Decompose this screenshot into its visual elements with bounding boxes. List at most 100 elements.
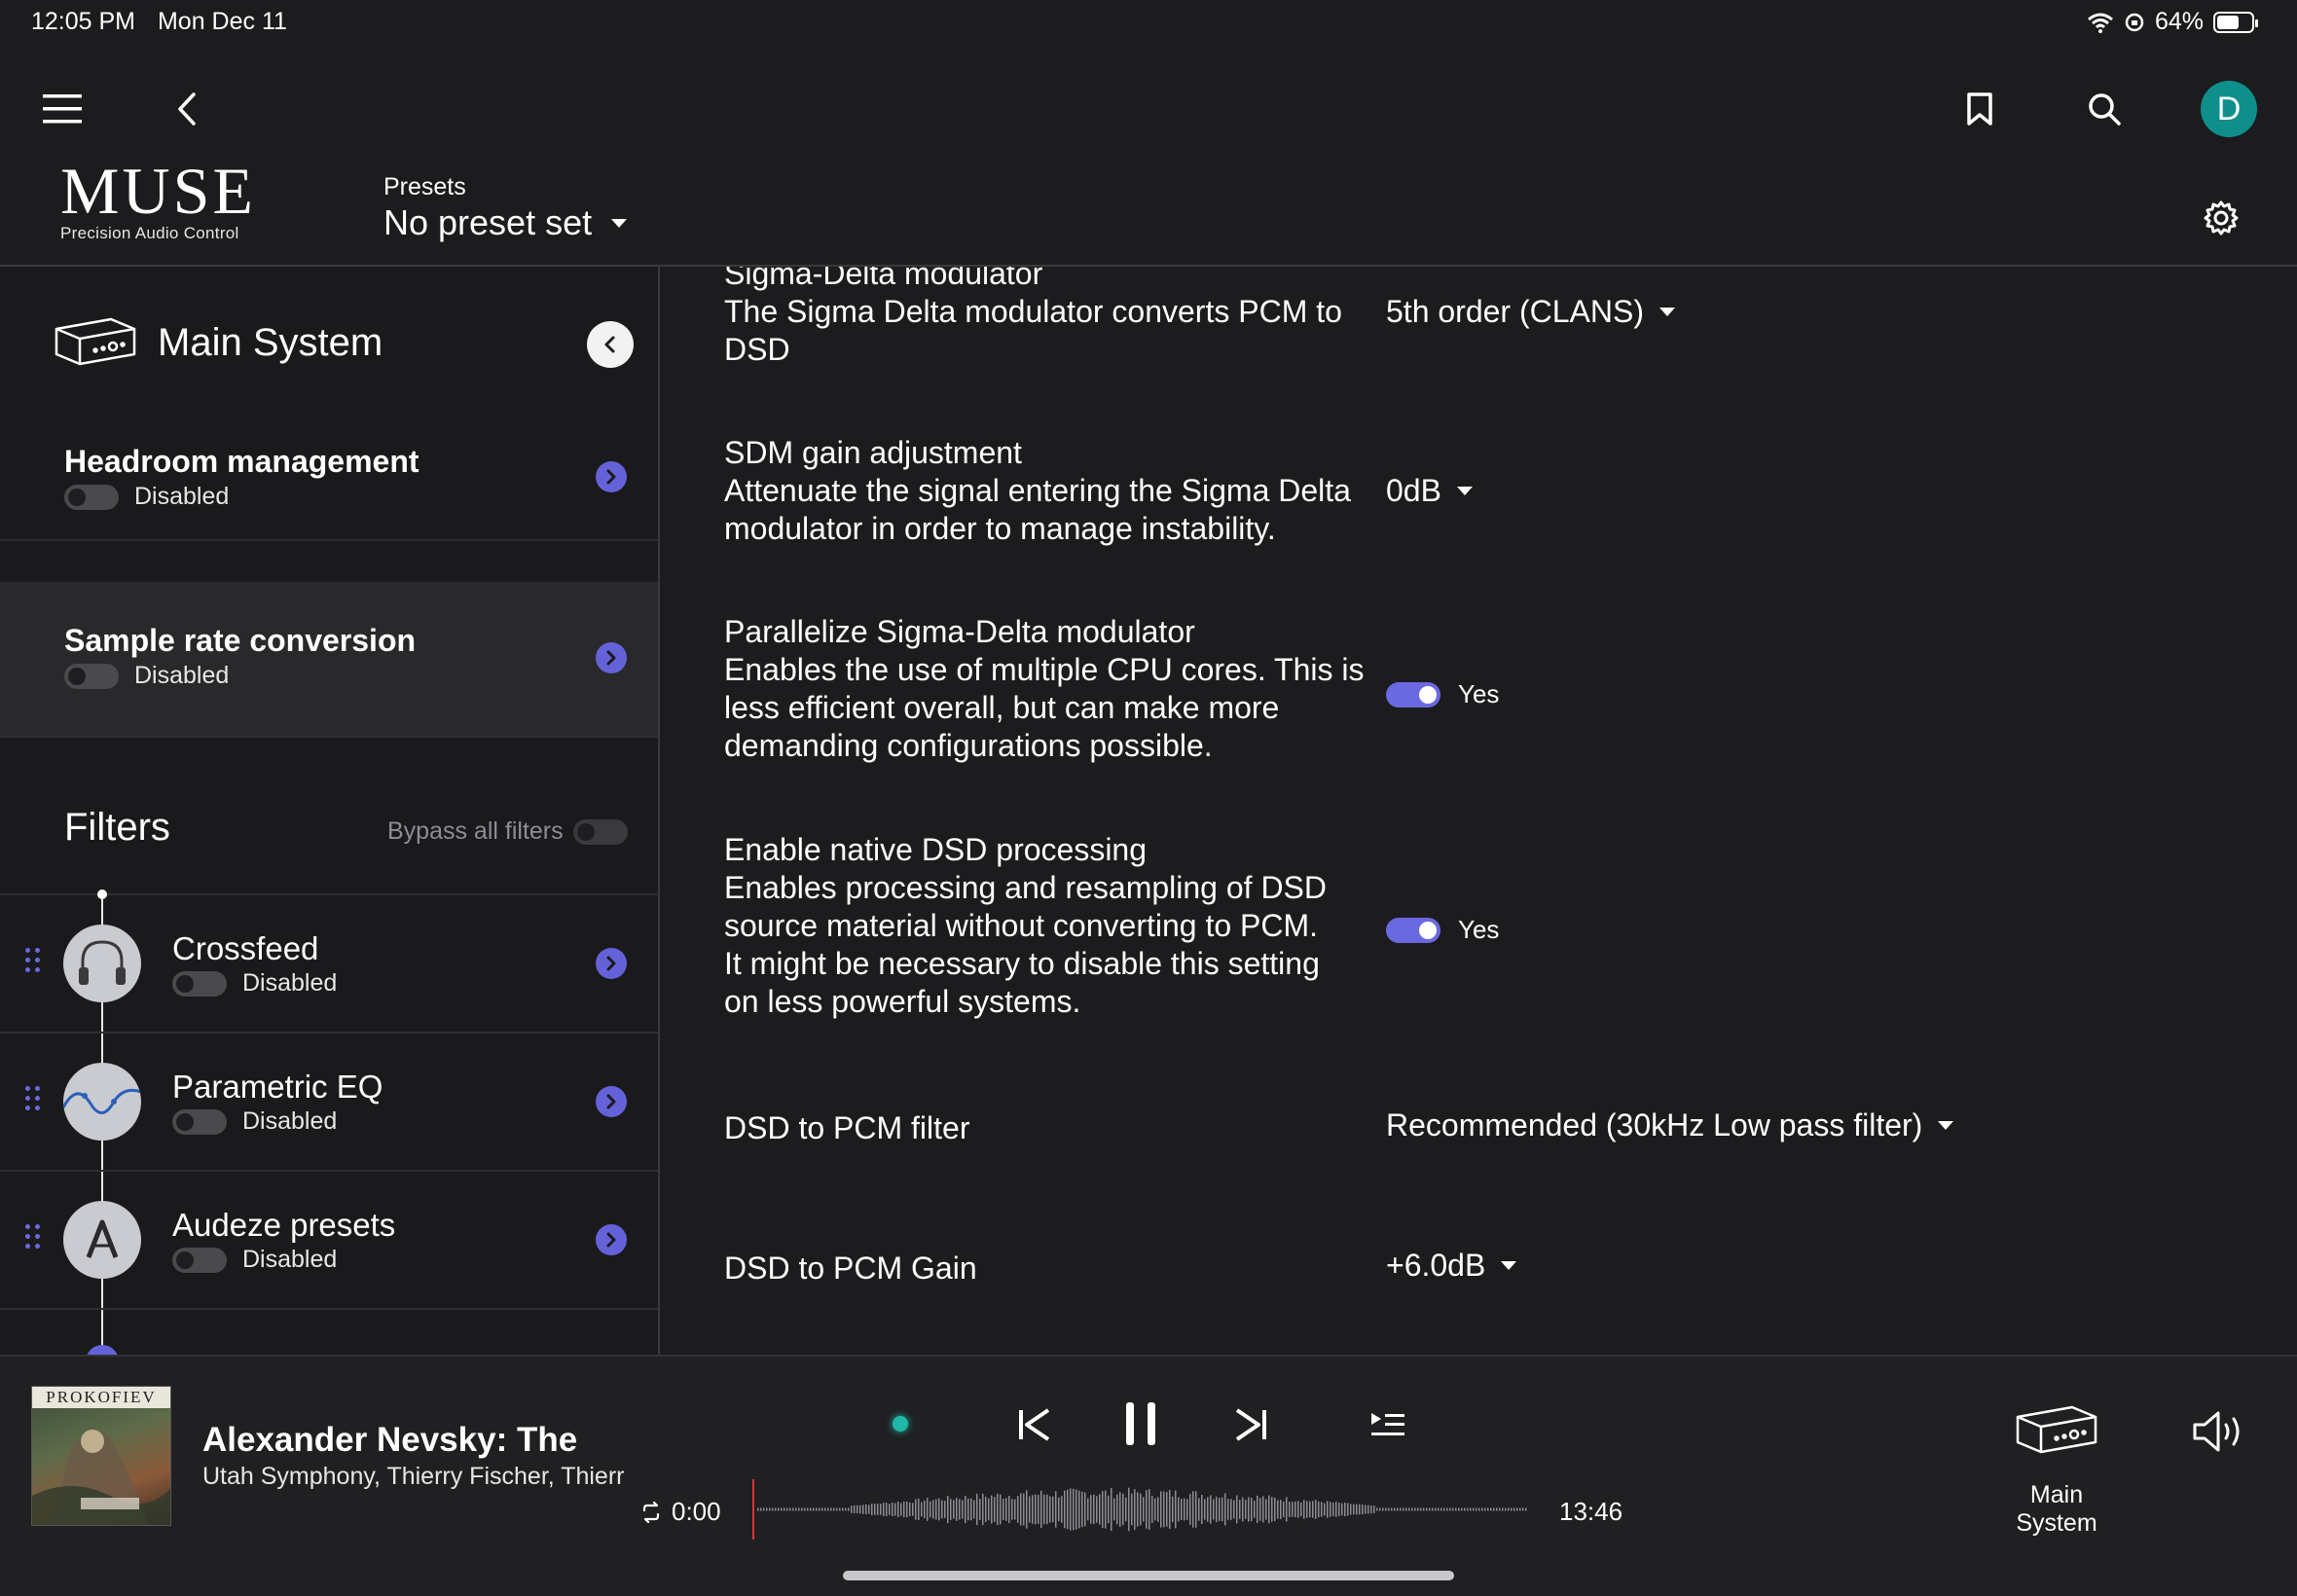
previous-track-icon <box>1019 1408 1050 1441</box>
waveform-bar <box>757 1507 759 1511</box>
drag-handle-icon[interactable] <box>25 1086 40 1110</box>
bookmark-button[interactable] <box>1960 88 1999 130</box>
waveform-bar <box>1251 1498 1253 1521</box>
native-dsd-toggle-control[interactable]: Yes <box>1386 915 1499 945</box>
waveform-bar <box>1403 1507 1404 1511</box>
waveform-bar <box>1420 1507 1422 1511</box>
pause-button[interactable] <box>1119 1397 1162 1450</box>
waveform-bar <box>813 1507 815 1511</box>
waveform-bar <box>1464 1507 1466 1511</box>
menu-icon <box>43 94 82 124</box>
waveform-bar <box>1312 1501 1314 1518</box>
setting-parallelize: Parallelize Sigma-Delta modulator Enable… <box>724 613 1386 765</box>
waveform-bar <box>1172 1496 1174 1523</box>
waveform-bar <box>944 1501 946 1518</box>
native-dsd-toggle[interactable] <box>1386 917 1440 943</box>
open-parametric-eq-button[interactable] <box>596 1086 627 1117</box>
search-button[interactable] <box>2083 88 2126 130</box>
waveform-bar <box>1128 1487 1130 1532</box>
sigma-delta-dropdown[interactable]: 5th order (CLANS) <box>1386 294 1675 330</box>
waveform-bar <box>769 1507 771 1511</box>
filter-item-crossfeed[interactable]: Crossfeed Disabled <box>0 895 658 1034</box>
collapse-sidebar-button[interactable] <box>587 321 634 368</box>
chevron-right-icon <box>606 956 616 971</box>
waveform-bar <box>1335 1502 1337 1517</box>
waveform-bar <box>1496 1507 1498 1511</box>
chevron-right-icon <box>606 469 616 485</box>
waveform-bar <box>781 1507 783 1511</box>
playhead-marker[interactable] <box>752 1479 754 1540</box>
home-indicator[interactable] <box>843 1571 1454 1580</box>
filter-item-audeze-presets[interactable]: Audeze presets Disabled <box>0 1172 658 1310</box>
presets-dropdown[interactable]: No preset set <box>383 202 628 243</box>
waveform-bar <box>938 1498 940 1521</box>
album-art[interactable]: PROKOFIEV <box>31 1386 171 1526</box>
parametric-eq-toggle[interactable] <box>172 1108 227 1135</box>
waveform-bar <box>886 1503 888 1516</box>
bypass-filters-control[interactable]: Bypass all filters <box>387 817 628 846</box>
waveform-bar <box>1467 1507 1469 1511</box>
waveform-bar <box>1455 1507 1457 1511</box>
status-clock: 12:05 PM <box>31 8 136 35</box>
dsd-pcm-filter-dropdown[interactable]: Recommended (30kHz Low pass filter) <box>1386 1107 1954 1143</box>
open-audeze-presets-button[interactable] <box>596 1224 627 1255</box>
queue-button[interactable] <box>1367 1405 1409 1444</box>
crossfeed-toggle[interactable] <box>172 970 227 997</box>
sidebar-item-headroom[interactable]: Headroom management Disabled <box>0 405 658 541</box>
waveform-bar <box>1481 1507 1483 1511</box>
settings-button[interactable] <box>2200 197 2242 239</box>
sidebar-item-title: Sample rate conversion <box>64 623 417 658</box>
waveform-bar <box>845 1507 847 1511</box>
filter-item-parametric-eq[interactable]: Parametric EQ Disabled <box>0 1034 658 1172</box>
volume-button[interactable] <box>2190 1407 2250 1456</box>
waveform-bar <box>801 1507 803 1511</box>
setting-name: Enable native DSD processing <box>724 832 1148 867</box>
waveform-bar <box>1414 1507 1416 1511</box>
waveform-bar <box>889 1504 891 1515</box>
parallelize-toggle[interactable] <box>1386 681 1440 707</box>
sample-rate-toggle[interactable] <box>64 663 119 689</box>
waveform-seekbar[interactable] <box>757 1485 1528 1534</box>
drag-handle-icon[interactable] <box>25 1224 40 1249</box>
drag-handle-icon[interactable] <box>25 948 40 972</box>
waveform-bar <box>1213 1499 1215 1520</box>
menu-button[interactable] <box>39 88 86 130</box>
waveform-bar <box>1081 1491 1083 1528</box>
waveform-bar <box>1099 1494 1101 1525</box>
open-headroom-button[interactable] <box>596 461 627 492</box>
waveform-bar <box>1411 1507 1413 1511</box>
headroom-toggle[interactable] <box>64 484 119 510</box>
audeze-presets-toggle[interactable] <box>172 1247 227 1273</box>
waveform-bar <box>930 1501 931 1518</box>
caret-down-icon <box>1938 1121 1954 1130</box>
sidebar-item-sample-rate[interactable]: Sample rate conversion Disabled <box>0 582 658 738</box>
setting-desc-line: modulator in order to manage instability… <box>724 511 1276 546</box>
open-sample-rate-button[interactable] <box>596 642 627 673</box>
add-filter-node[interactable] <box>86 1345 119 1355</box>
previous-track-button[interactable] <box>1012 1403 1055 1446</box>
waveform-bar <box>1184 1498 1185 1521</box>
status-indicators: 64% <box>2087 8 2258 36</box>
repeat-icon[interactable] <box>640 1501 662 1523</box>
bypass-toggle[interactable] <box>572 818 628 845</box>
output-device-button[interactable] <box>2013 1403 2100 1456</box>
waveform-bar <box>1382 1507 1384 1511</box>
waveform-bar <box>1186 1499 1188 1520</box>
waveform-bar <box>1257 1495 1258 1524</box>
toggle-label: Yes <box>1458 915 1500 944</box>
open-crossfeed-button[interactable] <box>596 948 627 979</box>
setting-desc-line: Attenuate the signal entering the Sigma … <box>724 473 1351 508</box>
parallelize-toggle-control[interactable]: Yes <box>1386 679 1499 709</box>
waveform-bar <box>897 1502 899 1517</box>
dsd-pcm-gain-dropdown[interactable]: +6.0dB <box>1386 1248 1517 1284</box>
user-avatar[interactable]: D <box>2201 81 2257 137</box>
next-track-button[interactable] <box>1230 1403 1273 1446</box>
back-button[interactable] <box>167 88 206 130</box>
waveform-bar <box>1400 1507 1402 1511</box>
waveform-bar <box>970 1498 972 1521</box>
sdm-gain-dropdown[interactable]: 0dB <box>1386 473 1473 509</box>
waveform-bar <box>1388 1507 1390 1511</box>
waveform-bar <box>827 1507 829 1511</box>
waveform-bar <box>1265 1499 1267 1520</box>
waveform-bar <box>1435 1507 1437 1511</box>
